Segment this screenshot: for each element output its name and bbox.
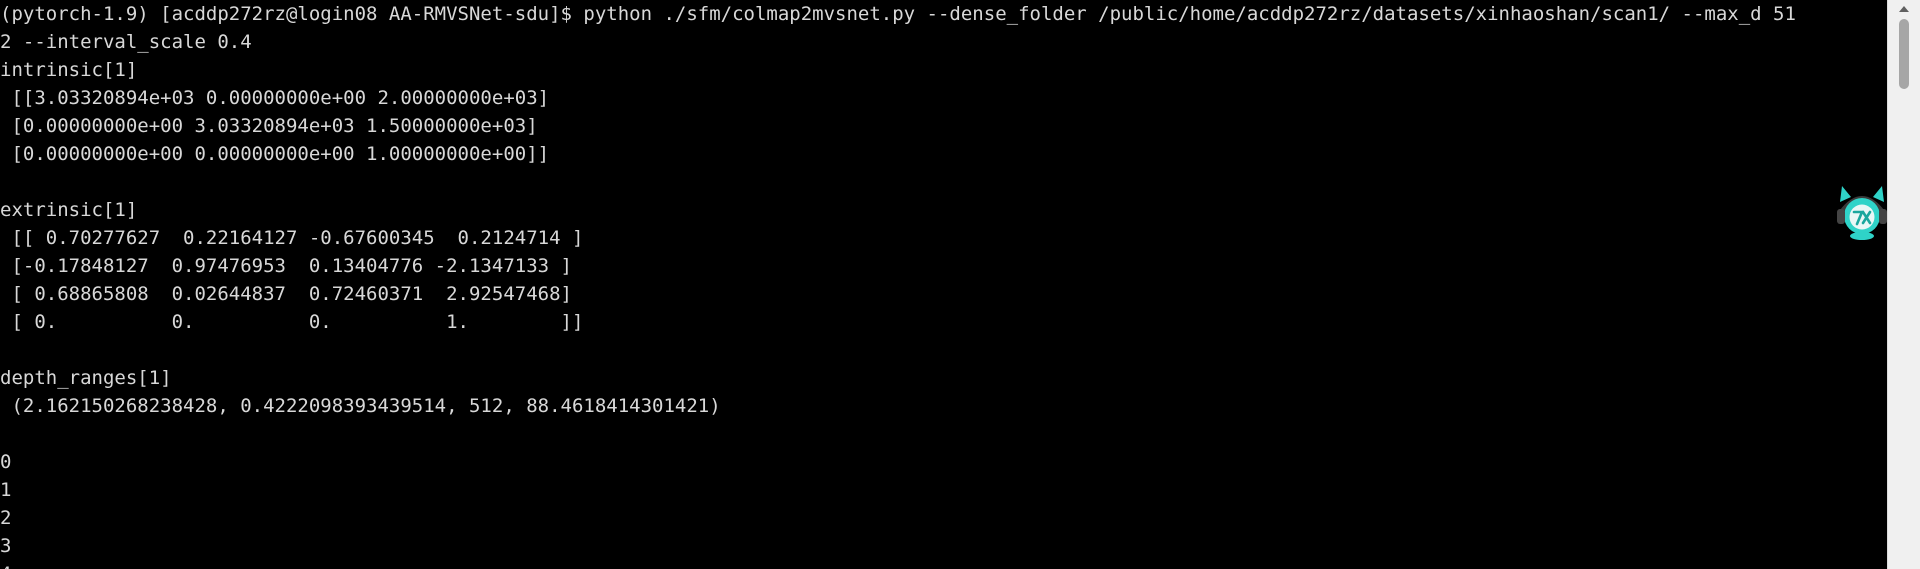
terminal-line: 3 [0, 535, 12, 557]
vertical-scrollbar[interactable] [1887, 0, 1920, 569]
terminal-line: [-0.17848127 0.97476953 0.13404776 -2.13… [0, 255, 572, 277]
terminal-line: 0 [0, 451, 12, 473]
terminal-line: intrinsic[1] [0, 59, 138, 81]
terminal-line: [[3.03320894e+03 0.00000000e+00 2.000000… [0, 87, 550, 109]
terminal-window[interactable]: (pytorch-1.9) [acddp272rz@login08 AA-RMV… [0, 0, 1920, 569]
terminal-line: depth_ranges[1] [0, 367, 172, 389]
terminal-line: 2 --interval_scale 0.4 [0, 31, 252, 53]
cat-assistant-icon[interactable] [1833, 180, 1891, 242]
terminal-line: [[ 0.70277627 0.22164127 -0.67600345 0.2… [0, 227, 584, 249]
terminal-output: (pytorch-1.9) [acddp272rz@login08 AA-RMV… [0, 0, 1880, 569]
terminal-line: [0.00000000e+00 0.00000000e+00 1.0000000… [0, 143, 550, 165]
scrollbar-thumb[interactable] [1899, 19, 1909, 89]
terminal-line: extrinsic[1] [0, 199, 138, 221]
terminal-line: (pytorch-1.9) [acddp272rz@login08 AA-RMV… [0, 3, 1796, 25]
terminal-line: (2.162150268238428, 0.4222098393439514, … [0, 395, 721, 417]
terminal-line: 4 [0, 560, 1880, 569]
terminal-line: [ 0. 0. 0. 1. ]] [0, 311, 584, 333]
terminal-line: [ 0.68865808 0.02644837 0.72460371 2.925… [0, 283, 572, 305]
terminal-line: 1 [0, 479, 12, 501]
terminal-line: [0.00000000e+00 3.03320894e+03 1.5000000… [0, 115, 538, 137]
terminal-line: 2 [0, 507, 12, 529]
scroll-up-arrow-icon[interactable] [1888, 0, 1920, 17]
